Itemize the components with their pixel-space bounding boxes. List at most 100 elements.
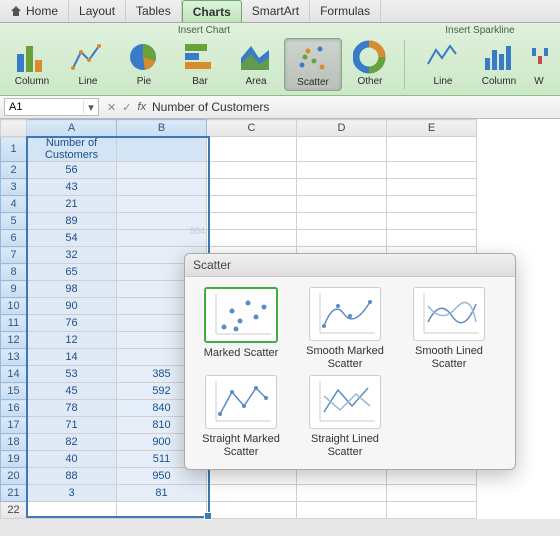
name-box-input[interactable] bbox=[5, 100, 83, 114]
cell[interactable] bbox=[207, 162, 297, 179]
chart-type-column[interactable]: Column bbox=[4, 38, 60, 89]
cell[interactable] bbox=[387, 502, 477, 519]
cell[interactable]: Number of Customers bbox=[27, 137, 117, 162]
row-header[interactable]: 4 bbox=[1, 196, 27, 213]
cell[interactable]: 21 bbox=[27, 196, 117, 213]
cell[interactable]: 82 bbox=[27, 434, 117, 451]
cell[interactable] bbox=[207, 137, 297, 162]
cell[interactable]: 98 bbox=[27, 281, 117, 298]
cell[interactable] bbox=[387, 485, 477, 502]
formula-bar[interactable]: Number of Customers bbox=[152, 100, 554, 114]
cell[interactable]: 950 bbox=[117, 468, 207, 485]
tab-smartart[interactable]: SmartArt bbox=[242, 0, 310, 22]
cell[interactable] bbox=[297, 485, 387, 502]
chart-type-area[interactable]: Area bbox=[228, 38, 284, 89]
row-header[interactable]: 2 bbox=[1, 162, 27, 179]
scatter-option-smooth-marked[interactable]: Smooth Marked Scatter bbox=[295, 287, 395, 371]
row-header[interactable]: 19 bbox=[1, 451, 27, 468]
row-header[interactable]: 22 bbox=[1, 502, 27, 519]
cell[interactable]: 71 bbox=[27, 417, 117, 434]
row-header[interactable]: 16 bbox=[1, 400, 27, 417]
tab-layout[interactable]: Layout bbox=[69, 0, 126, 22]
sparkline-column[interactable]: Column bbox=[471, 38, 527, 89]
select-all-corner[interactable] bbox=[1, 120, 27, 137]
row-header[interactable]: 1 bbox=[1, 137, 27, 162]
chart-type-bar[interactable]: Bar bbox=[172, 38, 228, 89]
name-box-dropdown[interactable]: ▾ bbox=[83, 101, 98, 114]
scatter-option-straight-marked[interactable]: Straight Marked Scatter bbox=[191, 375, 291, 459]
cell[interactable] bbox=[207, 485, 297, 502]
cell[interactable] bbox=[297, 230, 387, 247]
tab-formulas[interactable]: Formulas bbox=[310, 0, 381, 22]
cell[interactable]: 89 bbox=[27, 213, 117, 230]
column-header[interactable]: E bbox=[387, 120, 477, 137]
cell[interactable] bbox=[297, 196, 387, 213]
cell[interactable] bbox=[297, 137, 387, 162]
row-header[interactable]: 15 bbox=[1, 383, 27, 400]
row-header[interactable]: 21 bbox=[1, 485, 27, 502]
accept-icon[interactable]: ✓ bbox=[122, 101, 131, 114]
column-header[interactable]: A bbox=[27, 120, 117, 137]
cell[interactable] bbox=[117, 196, 207, 213]
cell[interactable]: 3 bbox=[27, 485, 117, 502]
row-header[interactable]: 20 bbox=[1, 468, 27, 485]
column-header[interactable]: C bbox=[207, 120, 297, 137]
cell[interactable] bbox=[297, 213, 387, 230]
scatter-option-straight-lined[interactable]: Straight Lined Scatter bbox=[295, 375, 395, 459]
cell[interactable] bbox=[117, 137, 207, 162]
name-box[interactable]: ▾ bbox=[4, 98, 99, 116]
cell[interactable]: 40 bbox=[27, 451, 117, 468]
sparkline-winloss[interactable]: W bbox=[527, 38, 551, 89]
tab-charts[interactable]: Charts bbox=[182, 0, 242, 22]
row-header[interactable]: 17 bbox=[1, 417, 27, 434]
sparkline-line[interactable]: Line bbox=[415, 38, 471, 89]
row-header[interactable]: 14 bbox=[1, 366, 27, 383]
fx-icon[interactable]: fx bbox=[137, 101, 146, 113]
cell[interactable] bbox=[117, 502, 207, 519]
cell[interactable] bbox=[27, 502, 117, 519]
cell[interactable] bbox=[387, 162, 477, 179]
cell[interactable]: 90 bbox=[27, 298, 117, 315]
cell[interactable] bbox=[297, 468, 387, 485]
chart-type-pie[interactable]: Pie bbox=[116, 38, 172, 89]
cell[interactable]: 12 bbox=[27, 332, 117, 349]
row-header[interactable]: 11 bbox=[1, 315, 27, 332]
cell[interactable]: 56 bbox=[27, 162, 117, 179]
cell[interactable] bbox=[387, 468, 477, 485]
row-header[interactable]: 18 bbox=[1, 434, 27, 451]
row-header[interactable]: 7 bbox=[1, 247, 27, 264]
cell[interactable] bbox=[207, 179, 297, 196]
cell[interactable] bbox=[207, 502, 297, 519]
cell[interactable] bbox=[117, 179, 207, 196]
row-header[interactable]: 6 bbox=[1, 230, 27, 247]
row-header[interactable]: 13 bbox=[1, 349, 27, 366]
cell[interactable]: 53 bbox=[27, 366, 117, 383]
cell[interactable] bbox=[297, 502, 387, 519]
cell[interactable]: 32 bbox=[27, 247, 117, 264]
cell[interactable] bbox=[207, 196, 297, 213]
cell[interactable] bbox=[117, 230, 207, 247]
row-header[interactable]: 5 bbox=[1, 213, 27, 230]
cell[interactable]: 81 bbox=[117, 485, 207, 502]
chart-type-scatter[interactable]: Scatter bbox=[284, 38, 342, 91]
cell[interactable]: 88 bbox=[27, 468, 117, 485]
row-header[interactable]: 9 bbox=[1, 281, 27, 298]
scatter-option-smooth-lined[interactable]: Smooth Lined Scatter bbox=[399, 287, 499, 371]
cell[interactable]: 78 bbox=[27, 400, 117, 417]
row-header[interactable]: 8 bbox=[1, 264, 27, 281]
cell[interactable]: 43 bbox=[27, 179, 117, 196]
cell[interactable] bbox=[117, 213, 207, 230]
cell[interactable]: 54 bbox=[27, 230, 117, 247]
column-header[interactable]: D bbox=[297, 120, 387, 137]
column-header[interactable]: B bbox=[117, 120, 207, 137]
cell[interactable] bbox=[387, 196, 477, 213]
tab-home[interactable]: Home bbox=[0, 0, 69, 22]
row-header[interactable]: 12 bbox=[1, 332, 27, 349]
cell[interactable] bbox=[297, 162, 387, 179]
cell[interactable] bbox=[117, 162, 207, 179]
chart-type-other[interactable]: Other bbox=[342, 38, 398, 89]
row-header[interactable]: 10 bbox=[1, 298, 27, 315]
cell[interactable] bbox=[207, 230, 297, 247]
cell[interactable] bbox=[387, 213, 477, 230]
cell[interactable] bbox=[387, 137, 477, 162]
